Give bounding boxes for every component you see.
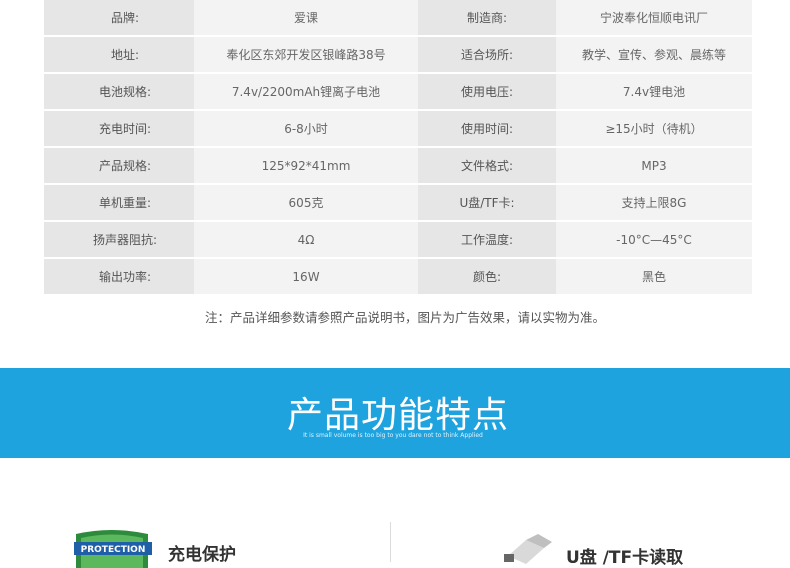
spec-row: 品牌: 爱课 制造商: 宁波奉化恒顺电讯厂 <box>44 0 752 37</box>
spec-value: 爱课 <box>194 0 418 37</box>
spec-value: 125*92*41mm <box>194 148 418 185</box>
spec-label: 单机重量: <box>56 185 194 222</box>
feature-udisk-tf: U盘 /TF卡读取 <box>498 534 758 568</box>
spec-note: 注：产品详细参数请参照产品说明书，图片为广告效果，请以实物为准。 <box>204 310 605 325</box>
udisk-icon <box>504 534 552 564</box>
spec-value: 教学、宣传、参观、晨练等 <box>556 37 752 74</box>
spec-row: 产品规格: 125*92*41mm 文件格式: MP3 <box>44 148 752 185</box>
spec-row-pad <box>44 259 56 296</box>
spec-value: 4Ω <box>194 222 418 259</box>
spec-label: 使用时间: <box>418 111 556 148</box>
section-banner: 产品功能特点 It is small volume is too big to … <box>0 368 790 458</box>
spec-row: 输出功率: 16W 颜色: 黑色 <box>44 259 752 296</box>
spec-row: 扬声器阻抗: 4Ω 工作温度: -10°C—45°C <box>44 222 752 259</box>
spec-label: 电池规格: <box>56 74 194 111</box>
spec-row: 地址: 奉化区东郊开发区银峰路38号 适合场所: 教学、宣传、参观、晨练等 <box>44 37 752 74</box>
spec-label: 扬声器阻抗: <box>56 222 194 259</box>
spec-table-body: 品牌: 爱课 制造商: 宁波奉化恒顺电讯厂 地址: 奉化区东郊开发区银峰路38号 适合场所:… <box>44 0 752 296</box>
spec-label: 工作温度: <box>418 222 556 259</box>
spec-row-pad <box>44 0 56 37</box>
spec-value: 7.4v锂电池 <box>556 74 752 111</box>
spec-label: 文件格式: <box>418 148 556 185</box>
spec-table: 品牌: 爱课 制造商: 宁波奉化恒顺电讯厂 地址: 奉化区东郊开发区银峰路38号 适合场所:… <box>44 0 752 296</box>
spec-value: 黑色 <box>556 259 752 296</box>
spec-value: -10°C—45°C <box>556 222 752 259</box>
spec-value: 7.4v/2200mAh锂离子电池 <box>194 74 418 111</box>
spec-row-pad <box>44 37 56 74</box>
spec-row-pad <box>44 185 56 222</box>
shield-icon: PROTECTION <box>74 530 152 568</box>
spec-row-pad <box>44 111 56 148</box>
feature-charge-protection: PROTECTION 充电保护 <box>72 528 372 568</box>
spec-value: 16W <box>194 259 418 296</box>
spec-value: 宁波奉化恒顺电讯厂 <box>556 0 752 37</box>
spec-row: 充电时间: 6-8小时 使用时间: ≥15小时（待机） <box>44 111 752 148</box>
spec-row: 电池规格: 7.4v/2200mAh锂离子电池 使用电压: 7.4v锂电池 <box>44 74 752 111</box>
spec-label: 产品规格: <box>56 148 194 185</box>
spec-label: U盘/TF卡: <box>418 185 556 222</box>
spec-label: 适合场所: <box>418 37 556 74</box>
feature-right-title: U盘 /TF卡读取 <box>566 548 684 568</box>
spec-row-pad <box>44 148 56 185</box>
spec-value: 支持上限8G <box>556 185 752 222</box>
spec-label: 品牌: <box>56 0 194 37</box>
spec-value: 奉化区东郊开发区银峰路38号 <box>194 37 418 74</box>
spec-value: 6-8小时 <box>194 111 418 148</box>
spec-label: 使用电压: <box>418 74 556 111</box>
spec-label: 充电时间: <box>56 111 194 148</box>
spec-label: 地址: <box>56 37 194 74</box>
spec-value: 605克 <box>194 185 418 222</box>
spec-row: 单机重量: 605克 U盘/TF卡: 支持上限8G <box>44 185 752 222</box>
spec-label: 输出功率: <box>56 259 194 296</box>
spec-value: MP3 <box>556 148 752 185</box>
spec-label: 颜色: <box>418 259 556 296</box>
spec-row-pad <box>44 222 56 259</box>
spec-value: ≥15小时（待机） <box>556 111 752 148</box>
feature-left-title: 充电保护 <box>168 545 236 565</box>
shield-badge-text: PROTECTION <box>81 545 146 555</box>
banner-subtitle: It is small volume is too big to you dar… <box>303 432 483 439</box>
spec-label: 制造商: <box>418 0 556 37</box>
spec-row-pad <box>44 74 56 111</box>
feature-divider <box>390 522 391 562</box>
banner-title: 产品功能特点 <box>286 395 509 436</box>
